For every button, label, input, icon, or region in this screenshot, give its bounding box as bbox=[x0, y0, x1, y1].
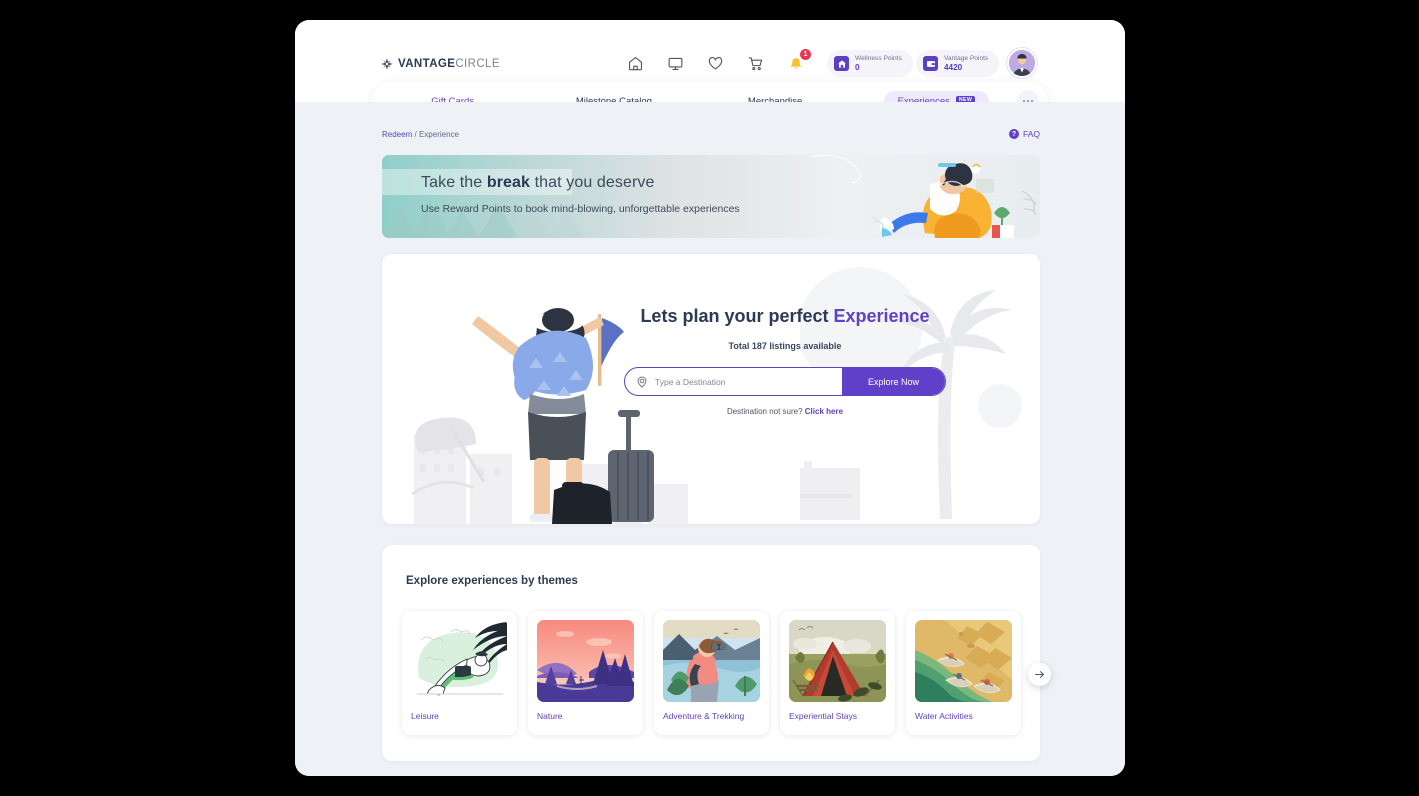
wellness-points-value: 0 bbox=[855, 62, 860, 72]
camping-illustration bbox=[789, 620, 886, 702]
themes-title: Explore experiences by themes bbox=[406, 575, 578, 587]
banner-subtitle: Use Reward Points to book mind-blowing, … bbox=[421, 203, 740, 215]
app-window: VANTAGECIRCLE 1 Wellness Points 0 Vantag… bbox=[295, 20, 1125, 776]
vantage-points-pill[interactable]: Vantage Points 4420 bbox=[916, 50, 1000, 77]
hero-content: Lets plan your perfect Experience Total … bbox=[550, 306, 1020, 416]
hero-title: Lets plan your perfect Experience bbox=[640, 306, 930, 326]
theme-card-leisure[interactable]: Leisure bbox=[402, 611, 517, 735]
house-icon bbox=[834, 56, 849, 71]
destination-search-input[interactable] bbox=[655, 368, 825, 395]
location-pin-icon bbox=[636, 376, 648, 388]
vantage-star-icon bbox=[380, 57, 394, 71]
arrow-right-icon bbox=[1035, 671, 1044, 678]
theme-label: Experiential Stays bbox=[789, 711, 858, 721]
home-icon[interactable] bbox=[625, 53, 646, 74]
vantage-points-value: 4420 bbox=[944, 62, 963, 72]
brand-logo[interactable]: VANTAGECIRCLE bbox=[380, 57, 500, 71]
wellness-points-pill[interactable]: Wellness Points 0 bbox=[827, 50, 913, 77]
click-here-link[interactable]: Click here bbox=[805, 407, 843, 416]
cart-icon[interactable] bbox=[745, 53, 766, 74]
explore-now-button[interactable]: Explore Now bbox=[842, 368, 945, 395]
search-field[interactable] bbox=[625, 368, 842, 395]
water-illustration bbox=[915, 620, 1012, 702]
hero-card: Lets plan your perfect Experience Total … bbox=[382, 254, 1040, 524]
breadcrumb-row: Redeem / Experience ? FAQ bbox=[382, 129, 1040, 139]
themes-section: Explore experiences by themes Leisure Na… bbox=[382, 545, 1051, 761]
theme-card-water-activities[interactable]: Water Activities bbox=[906, 611, 1021, 735]
themes-clip: Explore experiences by themes Leisure Na… bbox=[382, 545, 1040, 761]
theme-card-list: Leisure Nature Adventure & Trekking Expe… bbox=[402, 611, 1021, 735]
theme-label: Leisure bbox=[411, 711, 439, 721]
notification-badge: 1 bbox=[800, 49, 811, 60]
theme-card-adventure-trekking[interactable]: Adventure & Trekking bbox=[654, 611, 769, 735]
header-icon-group: 1 bbox=[625, 49, 811, 74]
banner-title: Take the break that you deserve bbox=[421, 174, 655, 191]
theme-label: Nature bbox=[537, 711, 563, 721]
carousel-next-button[interactable] bbox=[1028, 663, 1051, 686]
listing-count: Total 187 listings available bbox=[728, 341, 842, 351]
faq-label: FAQ bbox=[1022, 129, 1040, 139]
breadcrumb-separator: / bbox=[414, 129, 417, 139]
breadcrumb-redeem[interactable]: Redeem bbox=[382, 130, 412, 139]
wallet-icon bbox=[923, 56, 938, 71]
theme-card-nature[interactable]: Nature bbox=[528, 611, 643, 735]
theme-label: Water Activities bbox=[915, 711, 973, 721]
destination-hint: Destination not sure? Click here bbox=[726, 407, 844, 416]
breadcrumb-current: Experience bbox=[418, 129, 459, 139]
user-avatar[interactable] bbox=[1007, 48, 1037, 78]
destination-search-bar: Explore Now bbox=[624, 367, 946, 396]
theme-card-experiential-stays[interactable]: Experiential Stays bbox=[780, 611, 895, 735]
bell-icon[interactable]: 1 bbox=[785, 49, 811, 74]
brand-name: VANTAGECIRCLE bbox=[398, 58, 500, 70]
wellness-points-label: Wellness Points bbox=[855, 55, 902, 62]
question-mark-icon: ? bbox=[1008, 129, 1019, 139]
adventure-illustration bbox=[663, 620, 760, 702]
vantage-points-label: Vantage Points bbox=[944, 55, 989, 62]
theme-label: Adventure & Trekking bbox=[663, 711, 745, 721]
leisure-illustration bbox=[411, 620, 508, 702]
banner-illustration bbox=[809, 155, 1037, 238]
promo-banner: Take the break that you deserve Use Rewa… bbox=[382, 155, 1040, 238]
monitor-icon[interactable] bbox=[665, 53, 686, 74]
nature-illustration bbox=[537, 620, 634, 702]
breadcrumb: Redeem / Experience bbox=[382, 130, 459, 139]
faq-button[interactable]: ? FAQ bbox=[1008, 129, 1040, 139]
heart-icon[interactable] bbox=[705, 53, 726, 74]
page-body: Redeem / Experience ? FAQ Take the break… bbox=[295, 102, 1125, 776]
